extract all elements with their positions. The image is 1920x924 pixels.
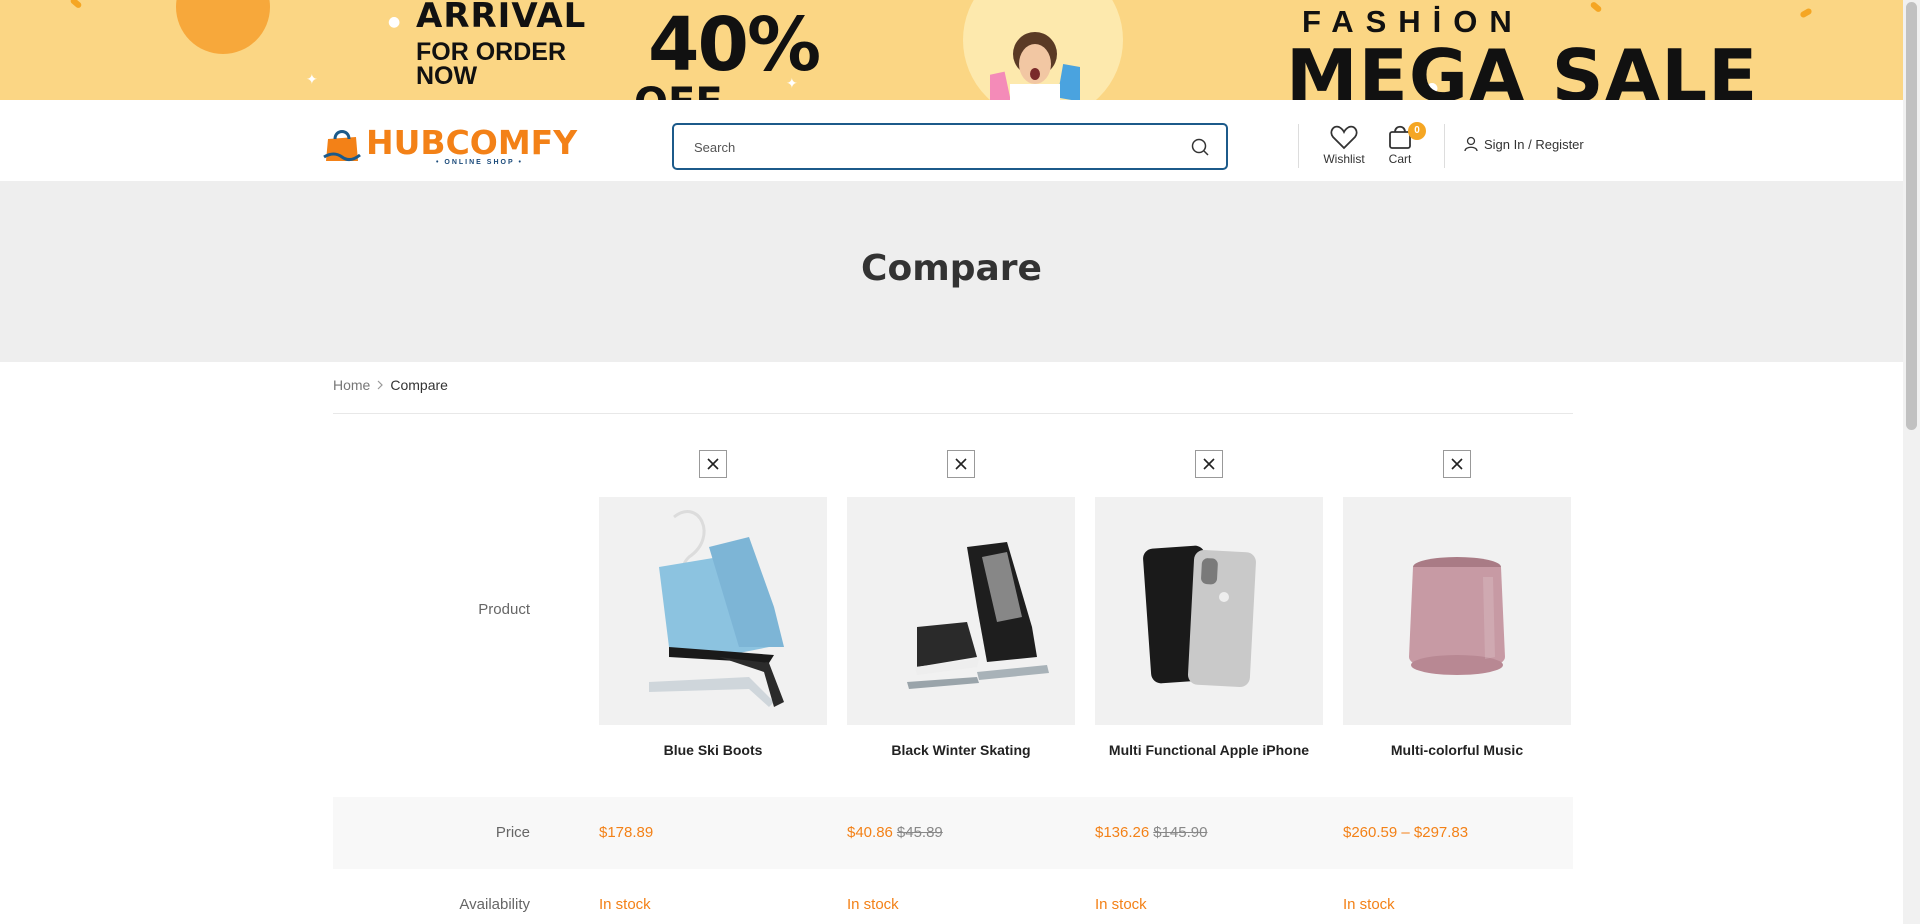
scrollbar-thumb[interactable]	[1906, 2, 1917, 430]
header-divider	[1444, 124, 1445, 168]
remove-product-button[interactable]	[699, 450, 727, 478]
page-title: Compare	[861, 248, 1042, 289]
close-icon	[955, 458, 967, 470]
search-box[interactable]	[672, 123, 1228, 170]
current-price: $260.59 – $297.83	[1343, 824, 1469, 841]
banner-order-line1: FOR ORDER	[416, 38, 566, 66]
page: ✦ ● ✦ ● ARRİVAL FOR ORDER NOW 40% OFF FA…	[0, 0, 1903, 924]
product-image-winter-skating[interactable]	[847, 497, 1075, 725]
speaker-picture	[1409, 557, 1505, 675]
skates-picture	[907, 542, 1049, 689]
user-icon	[1464, 136, 1478, 152]
account-separator: /	[1524, 136, 1536, 152]
breadcrumb-home-link[interactable]: Home	[333, 377, 370, 393]
wishlist-label: Wishlist	[1323, 152, 1365, 166]
availability-status: In stock	[847, 896, 899, 913]
confetti-shape	[69, 0, 83, 10]
heart-icon	[1330, 125, 1358, 150]
cart-link[interactable]: 0 Cart	[1386, 122, 1426, 166]
sign-in-link[interactable]: Sign In	[1484, 137, 1524, 152]
row-label-product: Product	[478, 601, 530, 618]
confetti-shape	[1589, 0, 1603, 14]
banner-percent-text: 40%	[648, 2, 821, 88]
remove-product-button[interactable]	[1195, 450, 1223, 478]
shopping-bag-icon	[323, 130, 361, 162]
page-title-band: Compare	[0, 182, 1903, 362]
banner-order-line2: NOW	[416, 62, 478, 90]
register-link[interactable]: Register	[1535, 137, 1583, 152]
row-label-price: Price	[495, 824, 530, 841]
product-name[interactable]: Multi Functional Apple iPhone	[1095, 742, 1323, 758]
remove-product-button[interactable]	[947, 450, 975, 478]
old-price: $145.90	[1153, 824, 1208, 841]
availability-status: In stock	[1343, 896, 1395, 913]
promo-banner[interactable]: ✦ ● ✦ ● ARRİVAL FOR ORDER NOW 40% OFF FA…	[0, 0, 1903, 100]
banner-arrival-text: ARRİVAL	[416, 0, 587, 36]
search-icon[interactable]	[1190, 137, 1210, 157]
close-icon	[1451, 458, 1463, 470]
product-price: $136.26 $145.90	[1095, 824, 1207, 841]
product-price: $260.59 – $297.83	[1343, 824, 1468, 841]
search-input[interactable]	[694, 137, 1154, 157]
product-name[interactable]: Black Winter Skating	[847, 742, 1075, 758]
sparkle-icon: ●	[388, 14, 401, 30]
banner-model-image	[990, 32, 1080, 100]
ski-boots-picture	[649, 510, 784, 707]
banner-sun-shape	[176, 0, 270, 54]
banner-off-text: OFF	[634, 80, 723, 100]
logo-subtitle: • ONLINE SHOP •	[436, 159, 523, 166]
current-price: $178.89	[599, 824, 654, 841]
breadcrumb: Home Compare	[333, 377, 448, 393]
banner-order-text: FOR ORDER NOW	[416, 38, 566, 90]
sparkle-icon: ✦	[306, 72, 318, 88]
chevron-right-icon	[377, 380, 384, 390]
current-price: $136.26	[1095, 824, 1150, 841]
page-scrollbar[interactable]	[1903, 0, 1920, 924]
close-icon	[707, 458, 719, 470]
header-divider	[1298, 124, 1299, 168]
product-image-apple-iphone[interactable]	[1095, 497, 1323, 725]
site-logo[interactable]: HUBCOMFY • ONLINE SHOP •	[322, 123, 577, 171]
product-price: $178.89	[599, 824, 653, 841]
wishlist-link[interactable]: Wishlist	[1322, 124, 1366, 166]
breadcrumb-divider	[333, 413, 1573, 414]
current-price: $40.86	[847, 824, 893, 841]
cart-label: Cart	[1388, 152, 1412, 166]
availability-status: In stock	[1095, 896, 1147, 913]
site-header: HUBCOMFY • ONLINE SHOP • Wishlist 0 Cart	[0, 100, 1903, 182]
product-price: $40.86 $45.89	[847, 824, 943, 841]
row-label-availability: Availability	[459, 896, 530, 913]
logo-text: HUBCOMFY	[366, 123, 578, 162]
product-image-music-speaker[interactable]	[1343, 497, 1571, 725]
account-links: Sign In / Register	[1464, 136, 1584, 152]
product-image-ski-boots[interactable]	[599, 497, 827, 725]
breadcrumb-current: Compare	[390, 377, 448, 393]
product-name[interactable]: Blue Ski Boots	[599, 742, 827, 758]
cart-count-badge: 0	[1408, 122, 1426, 140]
banner-mega-sale-text: MEGA SALE	[1286, 34, 1759, 100]
close-icon	[1203, 458, 1215, 470]
remove-product-button[interactable]	[1443, 450, 1471, 478]
old-price: $45.89	[896, 824, 943, 841]
product-name[interactable]: Multi-colorful Music	[1343, 742, 1571, 758]
confetti-shape	[1799, 7, 1813, 19]
availability-status: In stock	[599, 896, 651, 913]
iphone-picture	[1143, 545, 1256, 688]
